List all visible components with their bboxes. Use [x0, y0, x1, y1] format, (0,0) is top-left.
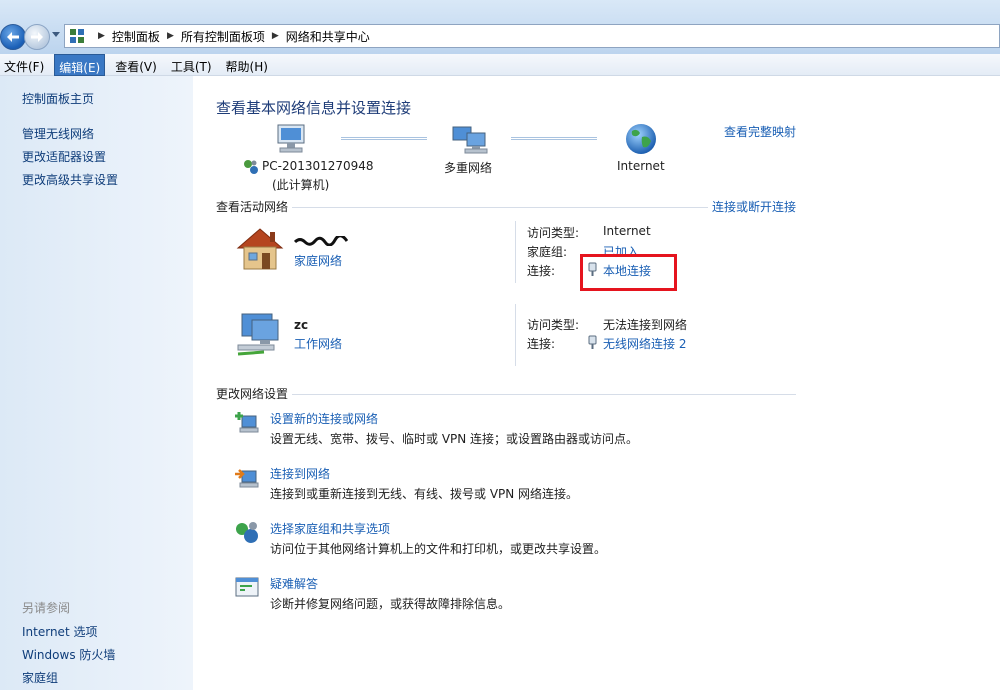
address-box[interactable]: ▶ 控制面板 ▶ 所有控制面板项 ▶ 网络和共享中心: [64, 24, 1000, 48]
multi-network-label[interactable]: 多重网络: [444, 159, 492, 176]
menu-help[interactable]: 帮助(H): [222, 54, 272, 76]
change-settings-label: 更改网络设置: [216, 385, 293, 402]
main-content: 查看基本网络信息并设置连接 查看完整映射 PC-201301270948 (此计…: [193, 76, 1000, 690]
see-also-firewall[interactable]: Windows 防火墙: [22, 646, 115, 663]
breadcrumb-separator[interactable]: ▶: [167, 31, 174, 41]
back-button[interactable]: [0, 24, 26, 50]
globe-icon[interactable]: [624, 122, 658, 156]
page-title: 查看基本网络信息并设置连接: [216, 99, 412, 117]
recent-pages-dropdown[interactable]: [52, 32, 60, 37]
breadcrumb-separator[interactable]: ▶: [272, 31, 279, 41]
menu-file[interactable]: 文件(F): [0, 54, 48, 76]
wireless-connection-link[interactable]: 无线网络连接 2: [603, 335, 686, 352]
computer-icon[interactable]: [268, 123, 316, 157]
access-type-label: 访问类型:: [527, 318, 580, 332]
homegroup-icon[interactable]: [234, 520, 260, 546]
address-bar-area: ▶ 控制面板 ▶ 所有控制面板项 ▶ 网络和共享中心: [0, 0, 1000, 54]
task-desc: 设置无线、宽带、拨号、临时或 VPN 连接；或设置路由器或访问点。: [270, 432, 639, 446]
sidebar-manage-wireless[interactable]: 管理无线网络: [22, 125, 94, 142]
network-1-type-link[interactable]: 家庭网络: [294, 252, 342, 269]
breadcrumb-network-center[interactable]: 网络和共享中心: [286, 28, 370, 45]
menu-edit[interactable]: 编辑(E): [54, 54, 106, 76]
sidebar: 控制面板主页 管理无线网络 更改适配器设置 更改高级共享设置 另请参阅 Inte…: [0, 76, 193, 690]
connect-disconnect-link[interactable]: 连接或断开连接: [708, 198, 797, 215]
section-divider: [216, 394, 796, 395]
see-also-homegroup[interactable]: 家庭组: [22, 669, 58, 686]
task-troubleshoot[interactable]: 疑难解答: [270, 575, 318, 592]
forward-arrow-icon: [31, 32, 43, 42]
task-desc: 连接到或重新连接到无线、有线、拨号或 VPN 网络连接。: [270, 487, 579, 501]
sidebar-adapter-settings[interactable]: 更改适配器设置: [22, 148, 106, 165]
menu-tools[interactable]: 工具(T): [167, 54, 216, 76]
redacted-network-name: [294, 236, 348, 246]
network-status-icon: [244, 160, 258, 174]
breadcrumb-control-panel[interactable]: 控制面板: [112, 28, 160, 45]
map-connector-line: [341, 137, 427, 140]
map-connector-line: [511, 137, 597, 140]
menu-bar: 文件(F) 编辑(E) 查看(V) 工具(T) 帮助(H): [0, 54, 1000, 76]
control-panel-icon: [70, 29, 84, 43]
home-network-icon[interactable]: [234, 226, 286, 272]
work-network-icon[interactable]: [234, 312, 286, 360]
wireless-adapter-icon: [588, 335, 597, 349]
see-also-internet-options[interactable]: Internet 选项: [22, 623, 97, 640]
connection-label: 连接:: [527, 337, 556, 351]
sidebar-home-link[interactable]: 控制面板主页: [22, 90, 94, 107]
sidebar-advanced-sharing[interactable]: 更改高级共享设置: [22, 171, 118, 188]
access-type-value: Internet: [603, 224, 651, 238]
breadcrumb-separator[interactable]: ▶: [98, 31, 105, 41]
full-map-link[interactable]: 查看完整映射: [724, 123, 796, 140]
connection-label: 连接:: [527, 264, 556, 278]
network-2-name: zc: [294, 318, 309, 332]
breadcrumb-all-items[interactable]: 所有控制面板项: [181, 28, 265, 45]
forward-button[interactable]: [24, 24, 50, 50]
task-connect-to-network[interactable]: 连接到网络: [270, 465, 330, 482]
computer-name[interactable]: PC-201301270948: [262, 159, 374, 173]
see-also-heading: 另请参阅: [22, 601, 71, 615]
homegroup-label: 家庭组:: [527, 245, 568, 259]
network-1-divider: [515, 221, 516, 283]
access-type-label: 访问类型:: [527, 226, 580, 240]
back-arrow-icon: [7, 32, 19, 42]
network-2-type-link[interactable]: 工作网络: [294, 335, 342, 352]
highlight-box: [580, 254, 677, 291]
internet-label[interactable]: Internet: [617, 159, 665, 173]
task-homegroup-sharing[interactable]: 选择家庭组和共享选项: [270, 520, 390, 537]
computer-sub-label: (此计算机): [272, 178, 330, 192]
task-setup-new-connection[interactable]: 设置新的连接或网络: [270, 410, 378, 427]
menu-view[interactable]: 查看(V): [111, 54, 161, 76]
connect-network-icon[interactable]: [234, 465, 260, 491]
troubleshoot-icon[interactable]: [234, 575, 260, 601]
active-networks-label: 查看活动网络: [216, 198, 293, 215]
new-connection-icon[interactable]: [234, 410, 260, 436]
task-desc: 诊断并修复网络问题，或获得故障排除信息。: [270, 597, 511, 611]
access-type-value: 无法连接到网络: [603, 318, 688, 332]
network-2-divider: [515, 304, 516, 366]
multi-network-icon[interactable]: [451, 123, 491, 157]
task-desc: 访问位于其他网络计算机上的文件和打印机，或更改共享设置。: [270, 542, 607, 556]
